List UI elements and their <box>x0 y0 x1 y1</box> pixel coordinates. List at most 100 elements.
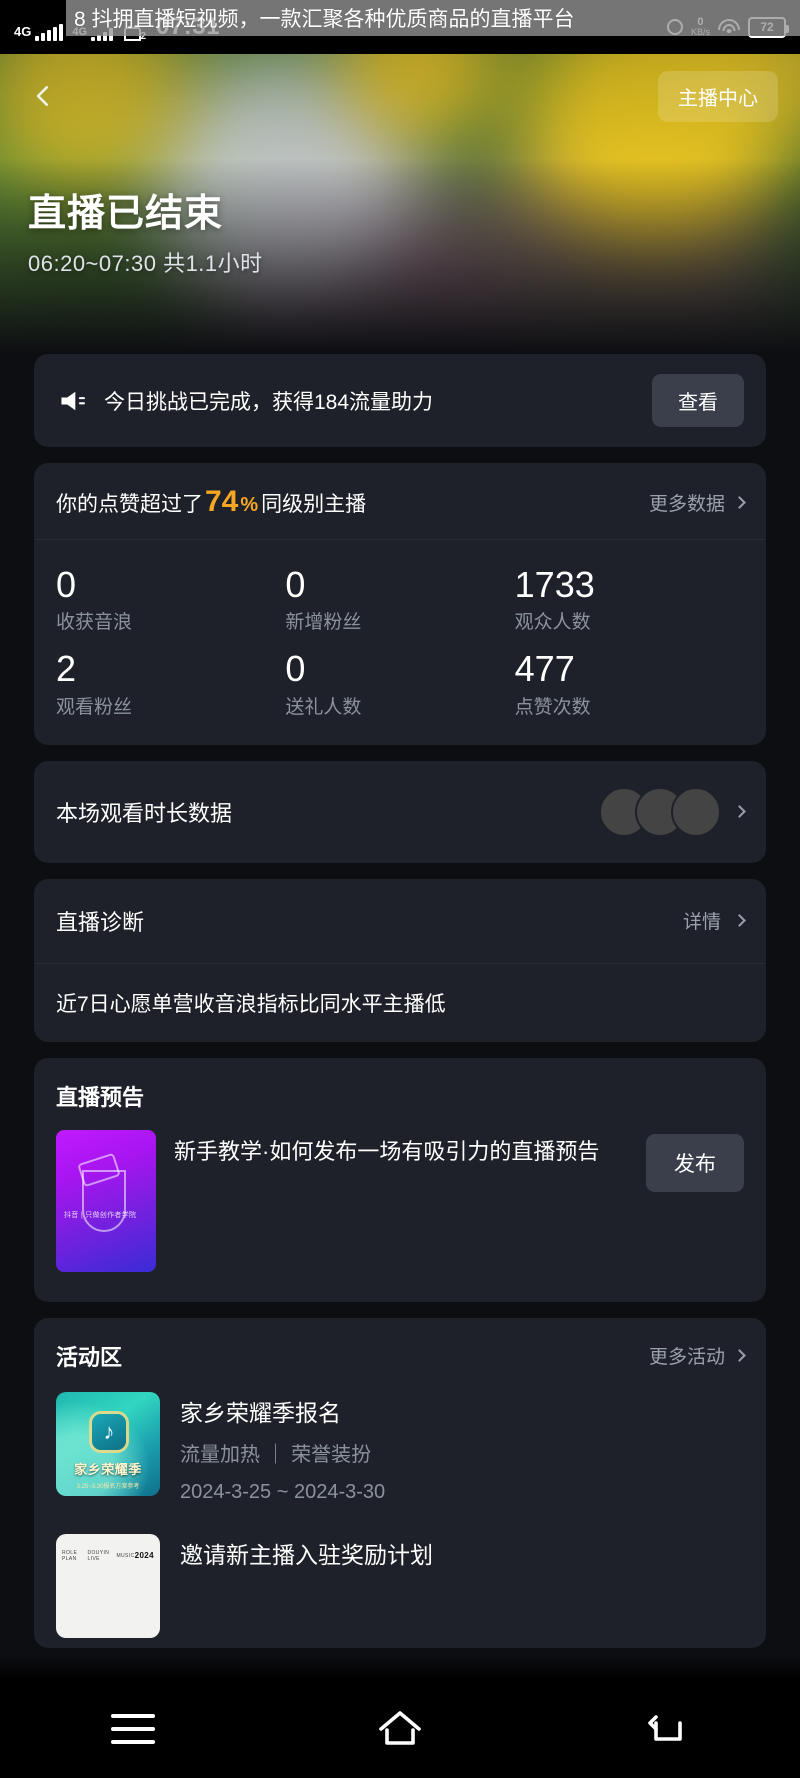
sim-2-icon <box>124 27 146 42</box>
activity-thumb-label-1: ROLE PLAN <box>62 1549 78 1562</box>
stat-cell: 477 点赞次数 <box>515 648 744 718</box>
activity-thumbnail: ♪ 家乡荣耀季 3.25~3.30报名方案参考 <box>56 1391 160 1496</box>
publish-button[interactable]: 发布 <box>646 1133 744 1192</box>
back-arrow-icon <box>647 1715 682 1741</box>
stats-card: 你的点赞超过了 74 % 同级别主播 更多数据 0 收获音浪 0 新增粉丝 17… <box>34 463 766 745</box>
status-bar-left: 4G 4G 07:31 <box>14 13 220 42</box>
stat-value: 0 <box>285 648 306 690</box>
music-note-decoration <box>82 1169 126 1232</box>
battery-icon: 72 <box>748 16 789 38</box>
network-type-label-2: 4G <box>72 26 88 38</box>
activity-card: 活动区 更多活动 ♪ 家乡荣耀季 3.25~3.30报名方案参考 家乡荣耀季报名… <box>34 1317 766 1648</box>
chevron-right-icon <box>733 1349 746 1363</box>
stat-value: 1733 <box>514 564 595 605</box>
network-speed-unit: KB/s <box>690 27 710 38</box>
challenge-text: 今日挑战已完成，获得184流量助力 <box>104 390 434 414</box>
activity-info: 邀请新主播入驻奖励计划 <box>180 1534 744 1638</box>
back-nav-button[interactable] <box>622 1698 712 1760</box>
watch-duration-row[interactable]: 本场观看时长数据 <box>34 761 766 863</box>
stat-value: 477 <box>514 648 575 690</box>
stats-grid: 0 收获音浪 0 新增粉丝 1733 观众人数 2 观看粉丝 0 送礼人数 47… <box>34 540 766 745</box>
signal-indicator-2: 4G <box>72 26 114 41</box>
rank-prefix: 你的点赞超过了 <box>56 493 203 516</box>
more-data-label: 更多数据 <box>648 493 725 515</box>
douyin-logo-icon: ♪ <box>92 1413 126 1450</box>
challenge-card: 今日挑战已完成，获得184流量助力 查看 <box>34 354 766 447</box>
network-speed-indicator: 0 KB/s <box>690 16 710 38</box>
hero-header: 主播中心 直播已结束 06:20~07:30 共1.1小时 <box>0 54 800 354</box>
signal-bars-icon <box>35 24 64 41</box>
diagnosis-title: 直播诊断 <box>56 909 145 935</box>
diagnosis-row[interactable]: 直播诊断 详情 <box>34 879 766 963</box>
watch-duration-title: 本场观看时长数据 <box>56 800 233 826</box>
more-data-link[interactable]: 更多数据 <box>648 489 746 516</box>
stat-cell: 2 观看粉丝 <box>56 648 285 718</box>
activity-list-item[interactable]: ♪ 家乡荣耀季 3.25~3.30报名方案参考 家乡荣耀季报名 流量加热 ｜ 荣… <box>34 1372 766 1514</box>
activity-thumb-label-2: DOUYIN LIVE <box>87 1549 110 1562</box>
phone-screen: 4G 4G 07:31 0 KB/s 72 8 抖拥直播短视频，一款汇聚各种优质… <box>0 0 800 1778</box>
challenge-view-button[interactable]: 查看 <box>652 374 744 427</box>
more-activity-label: 更多活动 <box>648 1347 725 1369</box>
stat-label: 新增粉丝 <box>285 612 362 634</box>
activity-date-range: 2024-3-25 ~ 2024-3-30 <box>180 1480 386 1503</box>
session-time-range: 06:20~07:30 共1.1小时 <box>28 251 263 276</box>
megaphone-icon <box>56 386 90 416</box>
activity-thumb-label-4: 2024 <box>134 1551 154 1561</box>
hero-top-bar: 主播中心 <box>0 54 800 138</box>
diagnosis-message: 近7日心愿单营收音浪指标比同水平主播低 <box>34 962 766 1042</box>
home-button[interactable] <box>355 1698 445 1760</box>
android-nav-bar <box>0 1680 800 1778</box>
activity-title: 邀请新主播入驻奖励计划 <box>180 1541 433 1568</box>
stat-value: 0 <box>56 564 77 605</box>
back-button[interactable] <box>22 75 64 117</box>
stat-value: 2 <box>56 648 77 690</box>
preview-thumbnail[interactable]: 抖音 | 只做创作者学院 <box>56 1129 156 1272</box>
page-title: 直播已结束 <box>28 193 224 235</box>
stat-cell: 0 送礼人数 <box>285 648 514 718</box>
status-bar: 4G 4G 07:31 0 KB/s 72 8 抖拥直播短视频，一款汇聚各种优质… <box>0 0 800 54</box>
preview-thumb-caption: 抖音 | 只做创作者学院 <box>64 1211 137 1219</box>
live-preview-body: 抖音 | 只做创作者学院 新手教学·如何发布一场有吸引力的直播预告 发布 <box>34 1112 766 1302</box>
anchor-center-button[interactable]: 主播中心 <box>658 70 778 122</box>
activity-list-item[interactable]: ROLE PLAN DOUYIN LIVE MUSIC 2024 邀请新主播入驻… <box>34 1514 766 1648</box>
menu-icon <box>111 1714 156 1744</box>
content-area: 今日挑战已完成，获得184流量助力 查看 你的点赞超过了 74 % 同级别主播 … <box>0 354 800 1648</box>
diagnosis-card: 直播诊断 详情 近7日心愿单营收音浪指标比同水平主播低 <box>34 878 766 1042</box>
alarm-icon <box>666 19 683 35</box>
activity-thumb-label-3: MUSIC <box>116 1552 135 1559</box>
signal-indicator-1: 4G <box>14 24 64 41</box>
viewer-avatar-stack <box>599 786 721 837</box>
chevron-right-icon <box>733 914 746 928</box>
chevron-left-icon <box>36 86 49 106</box>
rank-percent-symbol: % <box>240 494 259 516</box>
watch-duration-card[interactable]: 本场观看时长数据 <box>34 760 766 863</box>
activity-thumb-labels: ROLE PLAN DOUYIN LIVE MUSIC 2024 <box>62 1550 154 1562</box>
status-bar-right: 0 KB/s 72 <box>666 16 789 38</box>
activity-tags: 流量加热 ｜ 荣誉装扮 <box>180 1443 372 1466</box>
stat-label: 收获音浪 <box>56 612 133 634</box>
stat-cell: 0 收获音浪 <box>56 564 285 634</box>
avatar <box>671 786 721 837</box>
rank-percent-value: 74 <box>205 485 239 518</box>
stat-cell: 1733 观众人数 <box>515 564 744 634</box>
activity-thumb-caption: 家乡荣耀季 <box>74 1461 142 1477</box>
stat-cell: 0 新增粉丝 <box>285 564 514 634</box>
recent-apps-button[interactable] <box>88 1698 178 1760</box>
live-preview-header: 直播预告 <box>34 1058 766 1112</box>
stat-label: 送礼人数 <box>285 696 362 718</box>
more-activity-link[interactable]: 更多活动 <box>648 1342 746 1369</box>
bottom-fade <box>0 1654 800 1680</box>
activity-thumbnail: ROLE PLAN DOUYIN LIVE MUSIC 2024 <box>56 1533 160 1638</box>
stat-label: 点赞次数 <box>514 696 591 718</box>
signal-bars-icon-2 <box>91 28 114 41</box>
activity-header: 活动区 更多活动 <box>34 1318 766 1372</box>
stat-label: 观众人数 <box>514 612 591 634</box>
activity-thumb-subcaption: 3.25~3.30报名方案参考 <box>76 1483 140 1490</box>
challenge-row: 今日挑战已完成，获得184流量助力 查看 <box>34 354 766 447</box>
rank-suffix: 同级别主播 <box>261 493 367 516</box>
watch-duration-right <box>599 786 746 837</box>
wifi-icon <box>718 19 740 35</box>
stat-value: 0 <box>285 564 306 605</box>
home-icon <box>379 1711 421 1745</box>
diagnosis-right: 详情 <box>683 907 746 934</box>
